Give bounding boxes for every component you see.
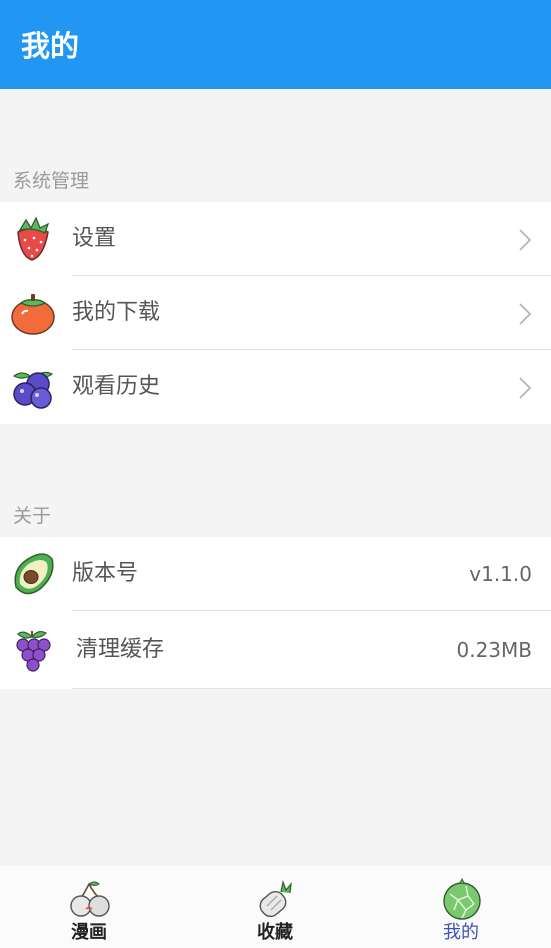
version-value: v1.1.0 bbox=[469, 562, 532, 586]
avocado-icon bbox=[14, 553, 54, 595]
history-label: 观看历史 bbox=[72, 374, 161, 399]
melon-icon bbox=[443, 878, 481, 920]
chevron-right-icon bbox=[519, 303, 532, 325]
cache-size-value: 0.23MB bbox=[456, 638, 532, 662]
history-row[interactable]: 观看历史 bbox=[0, 350, 551, 424]
tab-mine[interactable]: 我的 bbox=[401, 866, 521, 948]
persimmon-icon bbox=[11, 294, 55, 335]
tab-favorites[interactable]: 收藏 bbox=[215, 866, 335, 948]
chevron-right-icon bbox=[519, 229, 532, 251]
settings-label: 设置 bbox=[72, 226, 117, 251]
tab-comics-label: 漫画 bbox=[71, 922, 107, 943]
grape-icon bbox=[16, 631, 51, 672]
section-header-about: 关于 bbox=[13, 505, 52, 527]
system-group: 设置 我的下载 观看历史 bbox=[0, 202, 551, 424]
about-group: 版本号 v1.1.0 清理缓存 0.23MB bbox=[0, 537, 551, 689]
version-row[interactable]: 版本号 v1.1.0 bbox=[0, 537, 551, 611]
downloads-row[interactable]: 我的下载 bbox=[0, 276, 551, 350]
tab-comics[interactable]: 漫画 bbox=[29, 866, 149, 948]
chevron-right-icon bbox=[519, 377, 532, 399]
bottom-navigation: 漫画 收藏 我的 bbox=[0, 866, 551, 948]
version-label: 版本号 bbox=[72, 561, 139, 586]
divider bbox=[72, 688, 551, 689]
clear-cache-row[interactable]: 清理缓存 0.23MB bbox=[0, 611, 551, 689]
settings-row[interactable]: 设置 bbox=[0, 202, 551, 276]
pineapple-icon bbox=[259, 879, 292, 918]
downloads-label: 我的下载 bbox=[72, 300, 161, 325]
tab-favorites-label: 收藏 bbox=[257, 922, 293, 943]
blueberry-icon bbox=[12, 371, 54, 409]
section-header-system: 系统管理 bbox=[13, 170, 90, 192]
tab-mine-label: 我的 bbox=[443, 922, 479, 943]
clear-cache-label: 清理缓存 bbox=[76, 637, 165, 662]
cherry-icon bbox=[70, 881, 110, 917]
app-bar: 我的 bbox=[0, 0, 551, 89]
strawberry-icon bbox=[17, 216, 50, 261]
page-title: 我的 bbox=[21, 29, 80, 63]
